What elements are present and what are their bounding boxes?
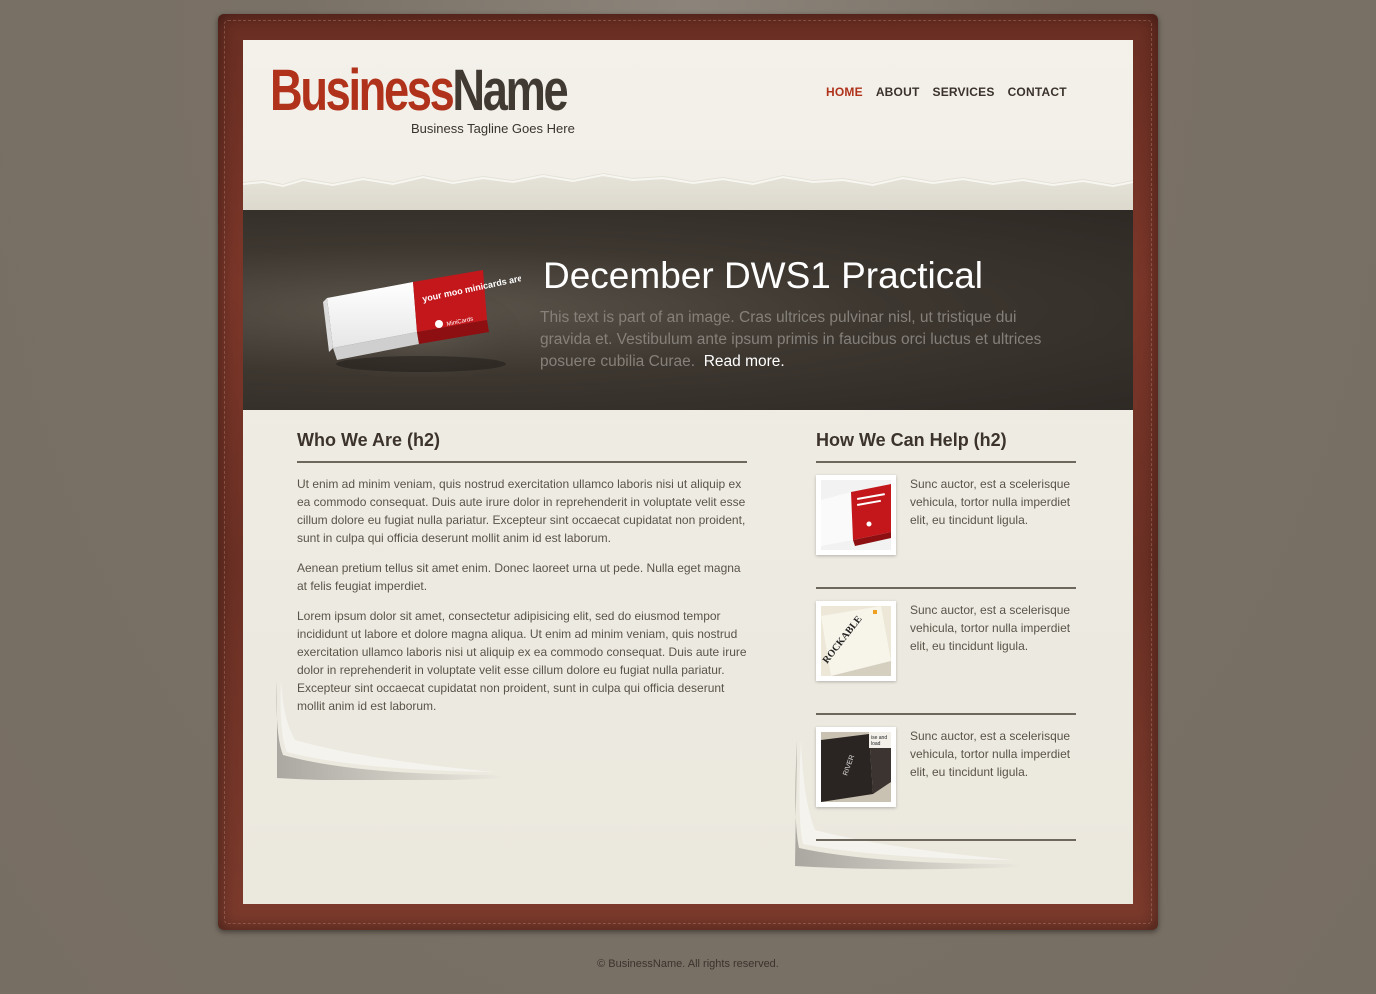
help-item-2-text: Sunc auctor, est a scelerisque vehicula,… [910, 603, 1071, 653]
help-item-1: Sunc auctor, est a scelerisque vehicula,… [816, 475, 1076, 589]
help-thumbnail-3[interactable]: ise and load RIVER [816, 727, 896, 807]
logo-business-text: Business [270, 58, 455, 123]
help-item-3: ise and load RIVER Sunc auctor, est a sc… [816, 727, 1076, 841]
rockable-card-thumb-image: ROCKABLE [821, 606, 891, 676]
help-item-3-text: Sunc auctor, est a scelerisque vehicula,… [910, 729, 1071, 779]
nav-contact[interactable]: CONTACT [1008, 85, 1067, 99]
minicards-box-image: your moo minicards are inside MiniCards [321, 267, 521, 377]
banner-body-text: This text is part of an image. Cras ultr… [540, 309, 1042, 370]
help-item-2: ROCKABLE Sunc auctor, est a scelerisque … [816, 601, 1076, 715]
banner-text: This text is part of an image. Cras ultr… [540, 307, 1060, 373]
how-we-help-heading: How We Can Help (h2) [816, 430, 1076, 463]
black-brochure-thumb-image: ise and load RIVER [821, 732, 891, 802]
read-more-link[interactable]: Read more. [704, 353, 785, 370]
who-we-are-paragraph-3: Lorem ipsum dolor sit amet, consectetur … [297, 609, 747, 713]
who-we-are-section: Who We Are (h2) Ut enim ad minim veniam,… [297, 430, 747, 727]
page-paper: BusinessName Business Tagline Goes Here … [243, 40, 1133, 904]
tagline: Business Tagline Goes Here [411, 121, 575, 136]
nav-about[interactable]: ABOUT [876, 85, 920, 99]
logo-name-text: Name [452, 58, 568, 123]
feature-banner: your moo minicards are inside MiniCards … [243, 210, 1133, 410]
header: BusinessName Business Tagline Goes Here … [243, 40, 1133, 210]
who-we-are-paragraph-2: Aenean pretium tellus sit amet enim. Don… [297, 561, 741, 593]
nav-home[interactable]: HOME [826, 85, 863, 99]
minicards-thumb-image [821, 480, 891, 550]
how-we-help-section: How We Can Help (h2) Sunc auctor, est a … [816, 430, 1076, 841]
help-thumbnail-1[interactable] [816, 475, 896, 555]
main-nav: HOME ABOUT SERVICES CONTACT [826, 85, 1067, 99]
brochure-text-2: load [871, 741, 881, 747]
torn-paper-edge [243, 173, 1133, 210]
nav-services[interactable]: SERVICES [932, 85, 994, 99]
help-item-1-text: Sunc auctor, est a scelerisque vehicula,… [910, 477, 1071, 527]
help-thumbnail-2[interactable]: ROCKABLE [816, 601, 896, 681]
business-logo[interactable]: BusinessName [270, 58, 569, 124]
who-we-are-heading: Who We Are (h2) [297, 430, 747, 463]
who-we-are-paragraph-1: Ut enim ad minim veniam, quis nostrud ex… [297, 477, 746, 545]
footer-copyright: © BusinessName. All rights reserved. [597, 958, 779, 970]
banner-title: December DWS1 Practical [543, 255, 984, 296]
